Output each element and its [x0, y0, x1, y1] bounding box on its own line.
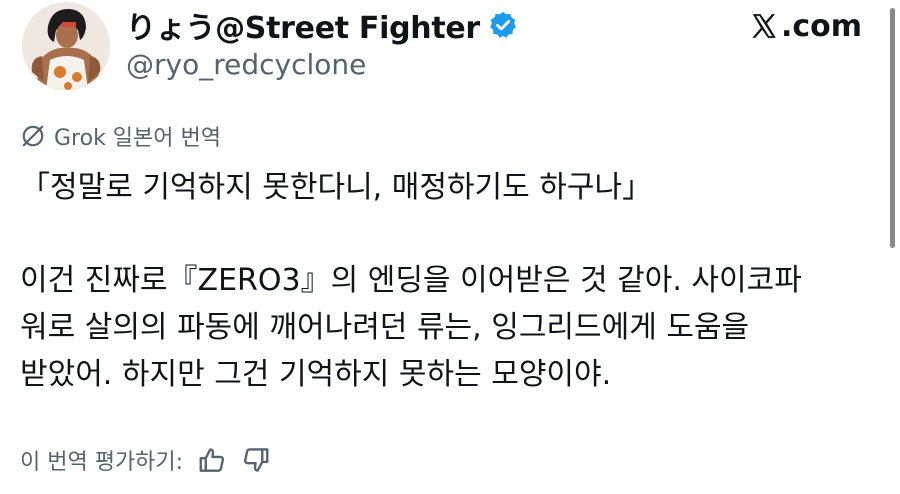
display-name-row[interactable]: りょう@Street Fighter [126, 4, 518, 46]
tweet-header: りょう@Street Fighter @ryo_redcyclone .com [0, 0, 900, 100]
site-brand-suffix: .com [780, 8, 862, 44]
grok-icon [20, 123, 46, 149]
tweet-text: 「정말로 기억하지 못한다니, 매정하기도 하구나」 이건 진짜로『ZERO3』… [20, 164, 880, 398]
scrollbar[interactable] [890, 8, 895, 248]
tweet-line: 「정말로 기억하지 못한다니, 매정하기도 하구나」 [20, 170, 653, 205]
tweet-line: 이건 진짜로『ZERO3』의 엔딩을 이어받은 것 같아. 사이코파 [20, 263, 802, 298]
avatar[interactable] [22, 2, 110, 90]
thumbs-up-icon[interactable] [197, 445, 227, 475]
tweet-line: 받았어. 하지만 그건 기억하지 못하는 모양이야. [20, 357, 612, 392]
translation-label: Grok 일본어 번역 [54, 126, 221, 151]
translation-rating-row: 이 번역 평가하기: [20, 442, 271, 478]
display-name[interactable]: りょう@Street Fighter [126, 3, 480, 47]
rating-label: 이 번역 평가하기: [20, 450, 184, 475]
site-brand[interactable]: .com [749, 6, 862, 46]
verified-badge-icon [488, 10, 518, 40]
tweet-paragraph-gap [20, 211, 880, 257]
handle[interactable]: @ryo_redcyclone [126, 48, 366, 81]
translation-label-row: Grok 일본어 번역 [20, 120, 221, 152]
tweet-line: 워로 살의의 파동에 깨어나려던 류는, 잉그리드에게 도움을 [20, 310, 750, 345]
avatar-image [22, 2, 110, 90]
thumbs-down-icon[interactable] [241, 445, 271, 475]
x-logo-icon [749, 11, 779, 41]
